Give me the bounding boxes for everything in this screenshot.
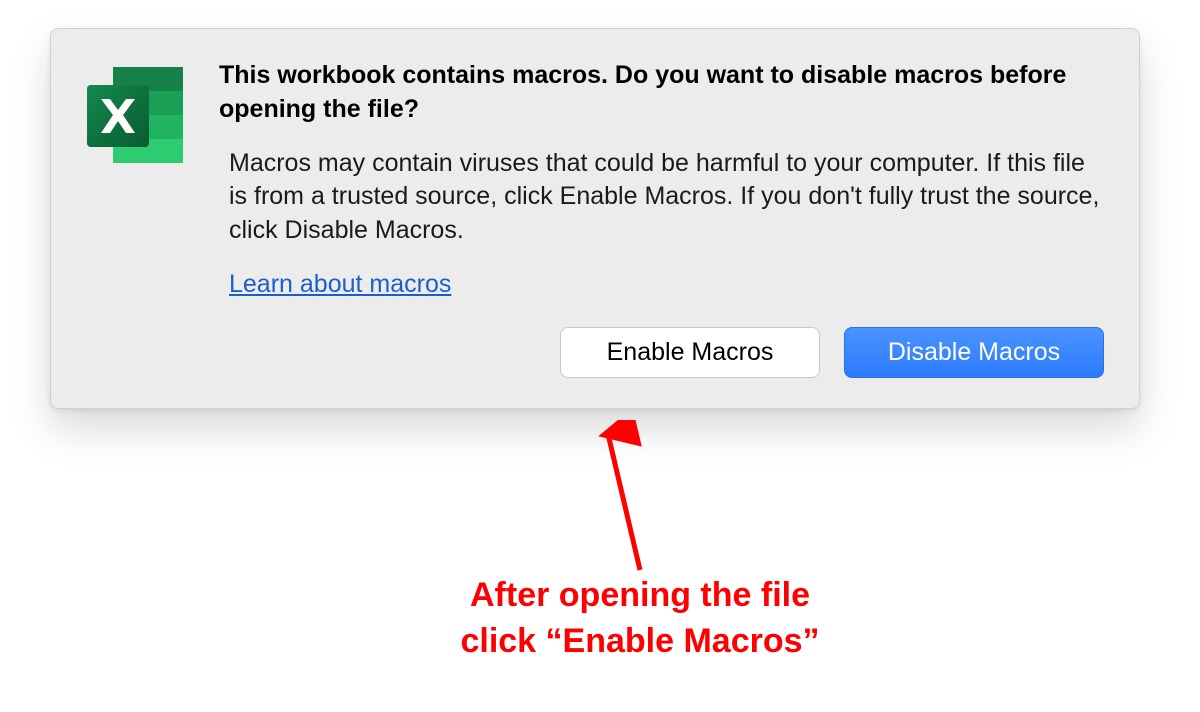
- dialog-icon-column: [81, 59, 191, 378]
- dialog-heading: This workbook contains macros. Do you wa…: [219, 59, 1104, 127]
- dialog-content: This workbook contains macros. Do you wa…: [219, 59, 1104, 378]
- annotation-line-2: click “Enable Macros”: [420, 619, 860, 665]
- annotation-text: After opening the file click “Enable Mac…: [420, 573, 860, 665]
- annotation-line-1: After opening the file: [420, 573, 860, 619]
- annotation-arrow: [590, 420, 670, 580]
- disable-macros-button[interactable]: Disable Macros: [844, 327, 1104, 378]
- excel-icon: [81, 63, 191, 168]
- dialog-button-row: Enable Macros Disable Macros: [219, 327, 1104, 378]
- learn-about-macros-link[interactable]: Learn about macros: [219, 270, 451, 299]
- enable-macros-button[interactable]: Enable Macros: [560, 327, 820, 378]
- macros-warning-dialog: This workbook contains macros. Do you wa…: [50, 28, 1140, 409]
- dialog-body-text: Macros may contain viruses that could be…: [219, 147, 1104, 248]
